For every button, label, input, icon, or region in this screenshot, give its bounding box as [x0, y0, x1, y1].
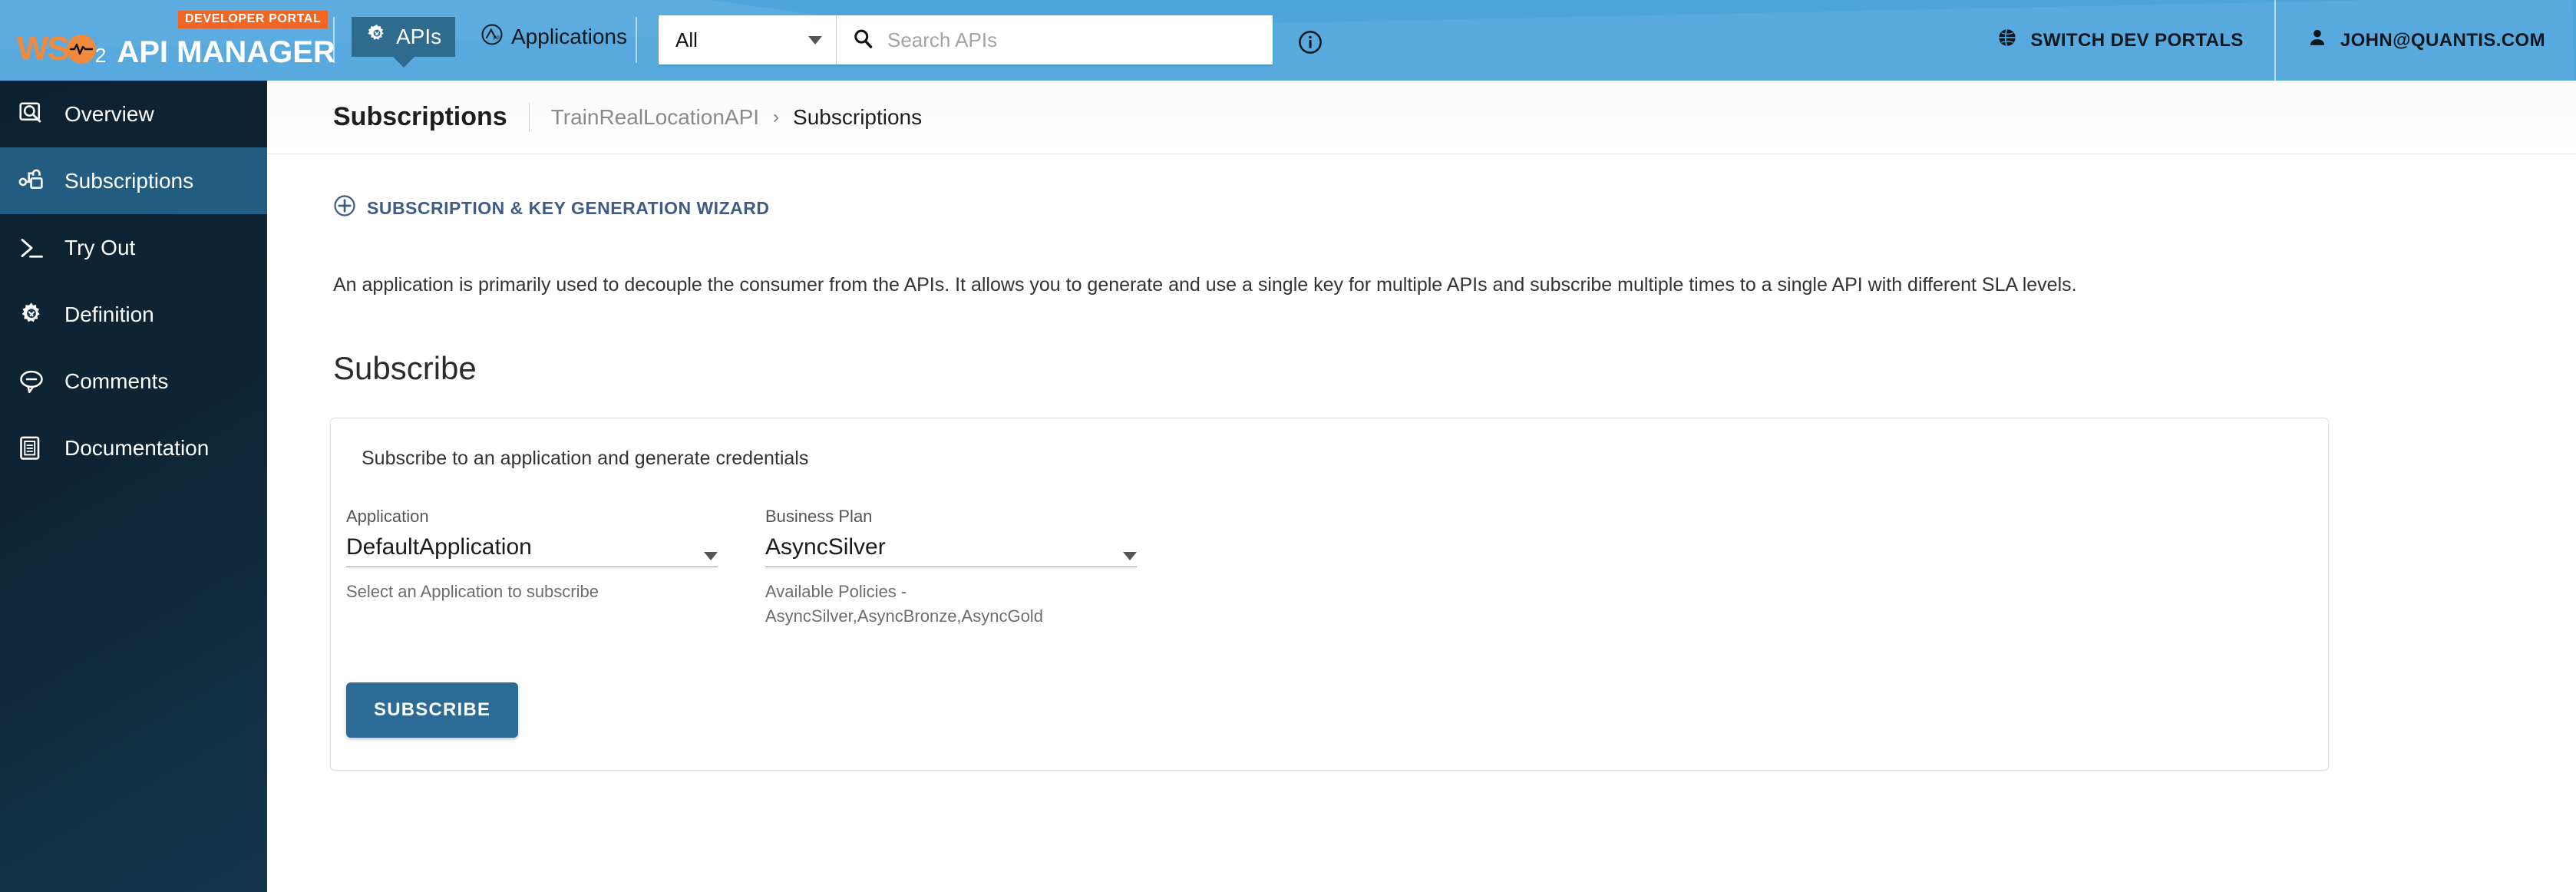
available-policies-value: AsyncSilver,AsyncBronze,AsyncGold — [765, 606, 1043, 626]
business-plan-field: Business Plan AsyncSilver Available Poli… — [765, 507, 1137, 629]
tab-apis-label: APIs — [396, 25, 442, 48]
header-divider-1 — [333, 17, 335, 63]
sidebar: Overview Subscriptions Try Out Definitio… — [0, 81, 267, 892]
application-select[interactable]: DefaultApplication — [346, 534, 718, 567]
gear-tools-icon — [15, 299, 48, 331]
search-box: All — [659, 15, 1273, 64]
application-field-help: Select an Application to subscribe — [346, 582, 599, 601]
business-plan-select[interactable]: AsyncSilver — [765, 534, 1137, 567]
page-title: Subscriptions — [333, 102, 507, 131]
chevron-down-icon — [1123, 552, 1137, 560]
sidebar-item-definition-label: Definition — [64, 302, 154, 326]
business-plan-field-help: Available Policies - AsyncSilver,AsyncBr… — [765, 580, 1137, 629]
wso2-logo-circle — [66, 35, 96, 64]
subscribe-card-inner: Subscribe to an application and generate… — [331, 448, 2328, 738]
search-filter-value: All — [675, 28, 698, 51]
application-field: Application DefaultApplication Select an… — [346, 507, 718, 629]
document-icon — [15, 432, 48, 464]
page-header: Subscriptions TrainRealLocationAPI › Sub… — [267, 81, 2576, 154]
search-filter-select[interactable]: All — [659, 15, 837, 64]
application-select-value: DefaultApplication — [346, 534, 532, 560]
chevron-down-icon — [808, 35, 822, 45]
sidebar-item-comments[interactable]: Comments — [0, 348, 267, 415]
key-lock-icon — [15, 165, 48, 197]
page-header-divider — [528, 102, 530, 132]
wso2-logo-text: WS — [17, 30, 70, 68]
subscribe-form-fields: Application DefaultApplication Select an… — [346, 507, 2328, 629]
header-right-actions: SWITCH DEV PORTALS JOHN@QUANTIS.COM — [1966, 0, 2576, 81]
application-field-label: Application — [346, 507, 429, 526]
business-plan-select-value: AsyncSilver — [765, 534, 886, 560]
sidebar-item-overview[interactable]: Overview — [0, 81, 267, 147]
breadcrumb-separator-icon: › — [773, 106, 780, 127]
sidebar-item-definition[interactable]: Definition — [0, 281, 267, 348]
available-policies-label: Available Policies - — [765, 582, 907, 601]
chevron-down-icon — [704, 552, 718, 560]
terminal-prompt-icon — [15, 232, 48, 264]
sidebar-item-try-out-label: Try Out — [64, 235, 136, 259]
search-field — [837, 15, 1273, 64]
switch-dev-portals-label: SWITCH DEV PORTALS — [2030, 29, 2244, 51]
sidebar-item-comments-label: Comments — [64, 368, 169, 393]
user-icon — [2307, 27, 2328, 54]
wso2-logo-mark: WS 2 — [17, 29, 106, 69]
breadcrumb: TrainRealLocationAPI › Subscriptions — [551, 105, 922, 130]
plus-circle-icon — [333, 194, 356, 222]
sidebar-item-try-out[interactable]: Try Out — [0, 214, 267, 281]
sidebar-item-subscriptions[interactable]: Subscriptions — [0, 147, 267, 214]
globe-icon — [1996, 27, 2018, 54]
user-menu-button[interactable]: JOHN@QUANTIS.COM — [2276, 0, 2576, 81]
search-input[interactable] — [886, 27, 1257, 53]
header-divider-2 — [636, 17, 637, 63]
subscription-key-generation-wizard-link[interactable]: SUBSCRIPTION & KEY GENERATION WIZARD — [333, 194, 769, 222]
tab-applications-label: Applications — [511, 25, 627, 48]
application-icon: pp — [481, 23, 504, 51]
business-plan-field-label: Business Plan — [765, 507, 873, 526]
wizard-link-label: SUBSCRIPTION & KEY GENERATION WIZARD — [367, 197, 770, 218]
breadcrumb-current: Subscriptions — [793, 104, 923, 129]
app-title: API MANAGER — [117, 35, 335, 69]
svg-text:pp: pp — [494, 33, 500, 40]
main-content: Subscriptions TrainRealLocationAPI › Sub… — [267, 81, 2576, 892]
sidebar-item-subscriptions-label: Subscriptions — [64, 168, 194, 193]
overview-search-icon — [15, 98, 48, 130]
tab-applications[interactable]: pp Applications — [467, 17, 641, 57]
breadcrumb-parent[interactable]: TrainRealLocationAPI — [551, 105, 759, 130]
application-description: An application is primarily used to deco… — [333, 274, 2077, 296]
subscribe-card: Subscribe to an application and generate… — [330, 418, 2329, 771]
subscribe-button[interactable]: SUBSCRIBE — [346, 682, 519, 738]
brand-logo[interactable]: DEVELOPER PORTAL WS 2 API MANAGER — [17, 8, 335, 69]
gear-icon — [365, 23, 388, 51]
info-icon[interactable] — [1297, 29, 1323, 59]
comment-bubble-icon — [15, 365, 48, 398]
search-icon — [852, 28, 874, 53]
sidebar-item-documentation[interactable]: Documentation — [0, 415, 267, 481]
subscribe-card-subtitle: Subscribe to an application and generate… — [362, 448, 809, 469]
switch-dev-portals-button[interactable]: SWITCH DEV PORTALS — [1966, 0, 2274, 81]
subscribe-section-title: Subscribe — [333, 350, 477, 386]
app-header: DEVELOPER PORTAL WS 2 API MANAGER APIs p… — [0, 0, 2576, 81]
user-menu-label: JOHN@QUANTIS.COM — [2340, 29, 2545, 51]
developer-portal-badge: DEVELOPER PORTAL — [178, 11, 329, 28]
sidebar-item-documentation-label: Documentation — [64, 435, 210, 460]
tab-apis[interactable]: APIs — [352, 17, 456, 68]
sidebar-item-overview-label: Overview — [64, 101, 154, 126]
wso2-logo-subscript: 2 — [94, 44, 107, 67]
